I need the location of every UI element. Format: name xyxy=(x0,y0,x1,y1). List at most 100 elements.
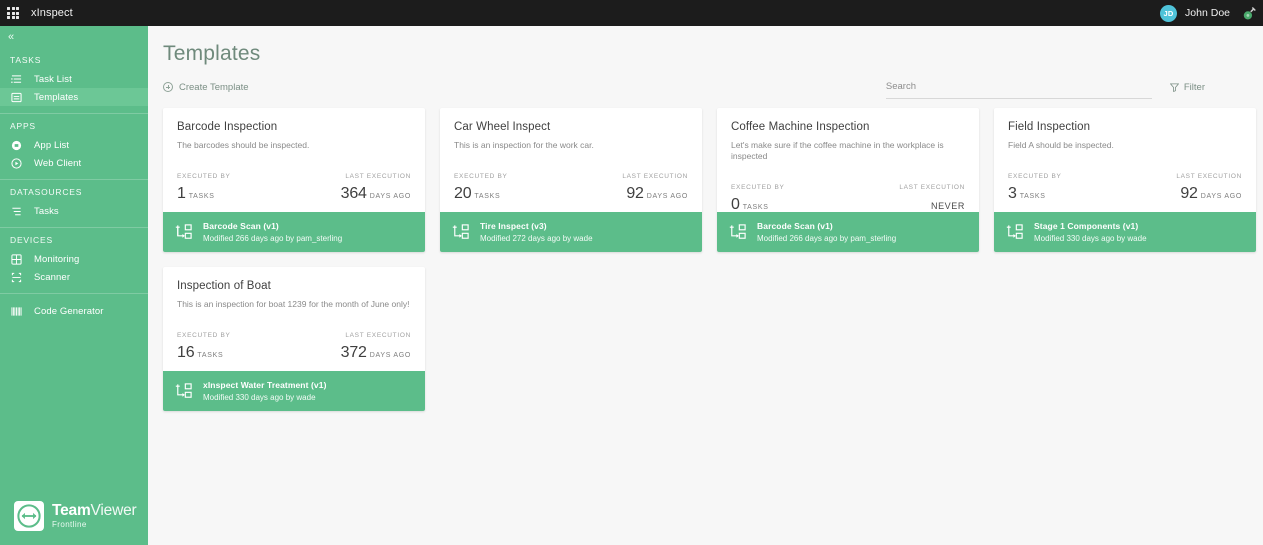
card-body: Coffee Machine Inspection Let's make sur… xyxy=(717,108,979,214)
sidebar-item-app-list[interactable]: App List xyxy=(0,136,148,154)
workflow-meta: Modified 266 days ago by pam_sterling xyxy=(203,234,343,243)
card-description: Let's make sure if the coffee machine in… xyxy=(731,140,944,162)
template-card[interactable]: Inspection of Boat This is an inspection… xyxy=(163,267,425,411)
stat-last-execution: LAST EXECUTION 92 DAYS AGO xyxy=(571,173,688,203)
stat-unit: DAYS AGO xyxy=(369,352,411,360)
stat-last-execution: LAST EXECUTION 364 DAYS AGO xyxy=(294,173,411,203)
stat-label: EXECUTED BY xyxy=(177,173,231,181)
card-workflow-footer[interactable]: Stage 1 Components (v1) Modified 330 day… xyxy=(994,212,1256,252)
create-template-button[interactable]: Create Template xyxy=(163,82,249,93)
card-workflow-footer[interactable]: Barcode Scan (v1) Modified 266 days ago … xyxy=(717,212,979,252)
workflow-name: Stage 1 Components (v1) xyxy=(1034,221,1139,231)
sidebar-item-label: Monitoring xyxy=(34,253,80,265)
workflow-text: Barcode Scan (v1) Modified 266 days ago … xyxy=(203,221,342,243)
template-card[interactable]: Coffee Machine Inspection Let's make sur… xyxy=(717,108,979,252)
card-workflow-footer[interactable]: Tire Inspect (v3) Modified 272 days ago … xyxy=(440,212,702,252)
search-input[interactable] xyxy=(885,80,1152,92)
workflow-icon xyxy=(729,224,746,239)
sidebar-item-code-generator[interactable]: Code Generator xyxy=(0,302,148,320)
workflow-text: Tire Inspect (v3) Modified 272 days ago … xyxy=(480,221,593,243)
stat-number: 20 xyxy=(454,185,472,203)
sidebar-item-scanner[interactable]: Scanner xyxy=(0,268,148,286)
workflow-meta: Modified 272 days ago by wade xyxy=(480,234,593,243)
funnel-icon xyxy=(1169,82,1179,92)
stat-last-execution: LAST EXECUTION NEVER xyxy=(848,184,965,214)
stat-value: 364 DAYS AGO xyxy=(294,185,411,203)
template-card[interactable]: Car Wheel Inspect This is an inspection … xyxy=(440,108,702,252)
app-brand-title: xInspect xyxy=(31,7,73,19)
filter-button[interactable]: Filter xyxy=(1169,81,1205,93)
templates-card-grid: Barcode Inspection The barcodes should b… xyxy=(148,96,1258,411)
teamviewer-frontline-logo: TeamViewer Frontline xyxy=(0,501,148,531)
top-bar-right: JD John Doe xyxy=(1160,0,1263,26)
stat-value: 16 TASKS xyxy=(177,344,294,362)
card-title: Field Inspection xyxy=(1008,121,1091,133)
connection-status-icon[interactable] xyxy=(1240,4,1259,23)
avatar[interactable]: JD xyxy=(1160,4,1178,22)
workflow-text: Stage 1 Components (v1) Modified 330 day… xyxy=(1034,221,1147,243)
template-card[interactable]: Field Inspection Field A should be inspe… xyxy=(994,108,1256,252)
workflow-meta: Modified 266 days ago by pam_sterling xyxy=(757,234,897,243)
sidebar-item-tasks[interactable]: Tasks xyxy=(0,202,148,220)
template-card[interactable]: Barcode Inspection The barcodes should b… xyxy=(163,108,425,252)
template-icon xyxy=(10,91,23,104)
workflow-icon xyxy=(175,224,192,239)
logo-brand-bold: Team xyxy=(52,501,91,519)
stat-last-execution: LAST EXECUTION 92 DAYS AGO xyxy=(1125,173,1242,203)
card-stats: EXECUTED BY 16 TASKS LAST EXECUTION 372 DA… xyxy=(177,332,411,362)
card-workflow-footer[interactable]: Barcode Scan (v1) Modified 266 days ago … xyxy=(163,212,425,252)
sidebar-item-task-list[interactable]: Task List xyxy=(0,70,148,88)
workflow-name: xInspect Water Treatment (v1) xyxy=(203,380,327,390)
stat-executed-by: EXECUTED BY 1 TASKS xyxy=(177,173,294,203)
search-field-wrapper xyxy=(885,76,1152,99)
workflow-text: Barcode Scan (v1) Modified 266 days ago … xyxy=(757,221,896,243)
card-description: This is an inspection for the work car. xyxy=(454,140,594,150)
sidebar-item-label: Task List xyxy=(34,73,72,85)
sidebar-item-web-client[interactable]: Web Client xyxy=(0,154,148,172)
workflow-icon xyxy=(452,224,469,239)
sidebar-item-label: Tasks xyxy=(34,205,59,217)
card-stats: EXECUTED BY 20 TASKS LAST EXECUTION 92 DAY… xyxy=(454,173,688,203)
sidebar-item-label: Code Generator xyxy=(34,305,104,317)
sidebar-item-monitoring[interactable]: Monitoring xyxy=(0,250,148,268)
logo-subtitle: Frontline xyxy=(52,520,87,530)
stat-unit: TASKS xyxy=(1019,193,1046,201)
card-title: Barcode Inspection xyxy=(177,121,278,133)
sidebar-item-templates[interactable]: Templates xyxy=(0,88,148,106)
stat-label: LAST EXECUTION xyxy=(345,332,411,340)
stat-executed-by: EXECUTED BY 0 TASKS xyxy=(731,184,848,214)
stat-executed-by: EXECUTED BY 20 TASKS xyxy=(454,173,571,203)
app-grid-icon[interactable] xyxy=(7,7,19,19)
play-circle-icon xyxy=(10,157,23,170)
username-label: John Doe xyxy=(1185,7,1230,19)
apps-icon xyxy=(10,139,23,152)
page-title: Templates xyxy=(163,42,261,65)
teamviewer-wordmark: TeamViewer Frontline xyxy=(52,501,137,530)
stat-label: LAST EXECUTION xyxy=(622,173,688,181)
stat-number: 0 xyxy=(731,196,740,214)
sidebar-collapse-button[interactable]: « xyxy=(0,26,148,48)
scanner-icon xyxy=(10,271,23,284)
card-description: This is an inspection for boat 1239 for … xyxy=(177,299,410,309)
workflow-icon xyxy=(175,383,192,398)
workflow-name: Barcode Scan (v1) xyxy=(203,221,279,231)
card-body: Field Inspection Field A should be inspe… xyxy=(994,108,1256,212)
teamviewer-mark-icon xyxy=(14,501,44,531)
stat-unit: TASKS xyxy=(197,352,224,360)
workflow-icon xyxy=(1006,224,1023,239)
plus-circle-icon xyxy=(163,82,173,92)
sidebar: « TASKS Task List Templates APPS App Lis… xyxy=(0,26,148,545)
stat-number: 92 xyxy=(1180,185,1198,203)
filter-label: Filter xyxy=(1183,81,1205,93)
card-stats: EXECUTED BY 0 TASKS LAST EXECUTION NEVER xyxy=(731,184,965,214)
workflow-meta: Modified 330 days ago by wade xyxy=(203,393,316,402)
stat-unit: DAYS AGO xyxy=(369,193,411,201)
stat-number: 3 xyxy=(1008,185,1017,203)
sidebar-section-tasks: TASKS xyxy=(10,55,42,65)
code-generator-icon xyxy=(10,305,23,318)
sidebar-section-datasources: DATASOURCES xyxy=(10,187,83,197)
stat-unit: TASKS xyxy=(474,193,501,201)
card-workflow-footer[interactable]: xInspect Water Treatment (v1) Modified 3… xyxy=(163,371,425,411)
stat-number: 364 xyxy=(340,185,367,203)
workflow-meta: Modified 330 days ago by wade xyxy=(1034,234,1147,243)
